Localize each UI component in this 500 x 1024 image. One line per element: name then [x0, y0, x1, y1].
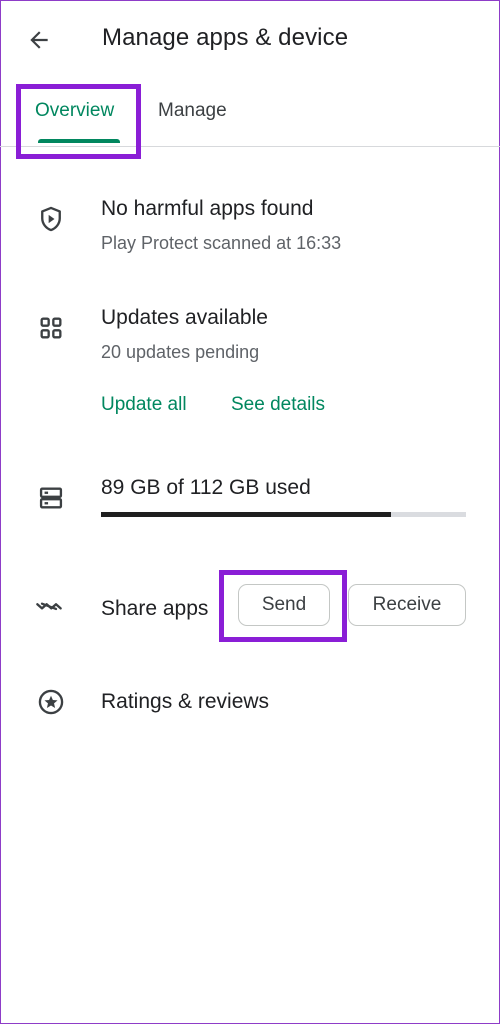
storage-progress-bar: [101, 512, 466, 517]
app-bar: Manage apps & device: [0, 0, 500, 80]
ratings-title: Ratings & reviews: [101, 690, 270, 713]
share-apps-icon: [36, 602, 62, 611]
apps-grid-icon: [40, 317, 62, 339]
storage-title: 89 GB of 112 GB used: [101, 476, 311, 499]
back-button[interactable]: [24, 25, 54, 55]
tab-overview[interactable]: Overview: [35, 100, 114, 122]
star-circle-icon: [38, 689, 64, 715]
tab-manage[interactable]: Manage: [158, 100, 227, 122]
play-protect-subtitle: Play Protect scanned at 16:33: [101, 233, 342, 253]
updates-title: Updates available: [101, 306, 268, 329]
arrow-back-icon: [30, 31, 48, 49]
receive-button[interactable]: Receive: [348, 584, 466, 626]
send-button[interactable]: Send: [238, 584, 330, 626]
storage-progress-fill: [101, 512, 392, 517]
see-details-link[interactable]: See details: [231, 394, 325, 416]
share-apps-title: Share apps: [101, 597, 209, 620]
tab-selected-indicator: [38, 139, 120, 143]
shield-play-icon: [41, 206, 61, 232]
updates-subtitle: 20 updates pending: [101, 342, 260, 362]
page-title: Manage apps & device: [102, 24, 349, 51]
storage-icon: [39, 487, 63, 509]
update-all-link[interactable]: Update all: [101, 394, 187, 416]
tab-bar: Overview Manage: [0, 88, 500, 147]
play-protect-title: No harmful apps found: [101, 197, 314, 220]
